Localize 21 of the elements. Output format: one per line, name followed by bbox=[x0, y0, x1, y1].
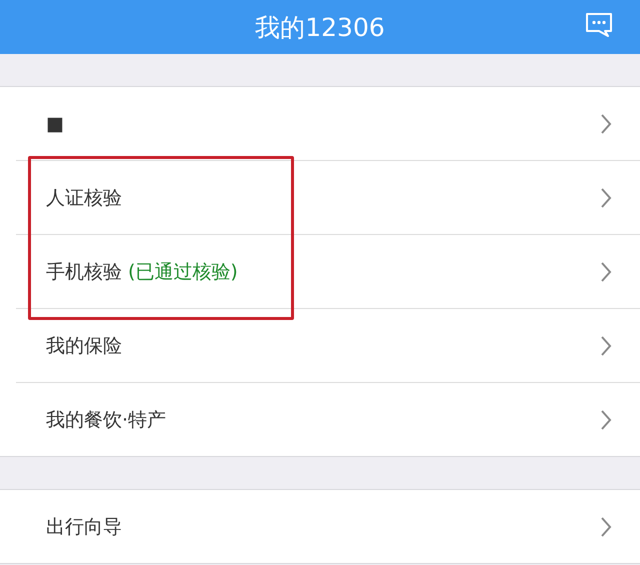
chevron-right-icon bbox=[600, 112, 612, 134]
menu-item[interactable]: 我的保险 bbox=[16, 309, 640, 383]
verification-status: (已通过核验) bbox=[128, 260, 238, 284]
menu-item[interactable]: 我的餐饮·特产 bbox=[16, 383, 640, 456]
menu-item-label: 我的餐饮·特产 bbox=[46, 408, 166, 432]
menu-item[interactable]: 手机核验 (已通过核验) bbox=[16, 235, 640, 309]
menu-item-label: 手机核验 bbox=[46, 260, 122, 284]
menu-item[interactable]: ■ bbox=[16, 87, 640, 161]
chevron-right-icon bbox=[600, 334, 612, 356]
menu-item-label: ■ bbox=[46, 112, 64, 134]
chevron-right-icon bbox=[600, 186, 612, 208]
menu-item-label: 人证核验 bbox=[46, 186, 122, 210]
menu-item[interactable]: 出行向导 bbox=[16, 490, 640, 563]
chevron-right-icon bbox=[600, 408, 612, 430]
chevron-right-icon bbox=[600, 516, 612, 538]
page-title: 我的12306 bbox=[255, 12, 385, 44]
menu-item-label: 出行向导 bbox=[46, 514, 122, 540]
message-icon[interactable] bbox=[584, 11, 614, 39]
menu-item[interactable]: 人证核验 bbox=[16, 161, 640, 235]
menu-item-label: 我的保险 bbox=[46, 334, 122, 358]
chevron-right-icon bbox=[600, 260, 612, 282]
